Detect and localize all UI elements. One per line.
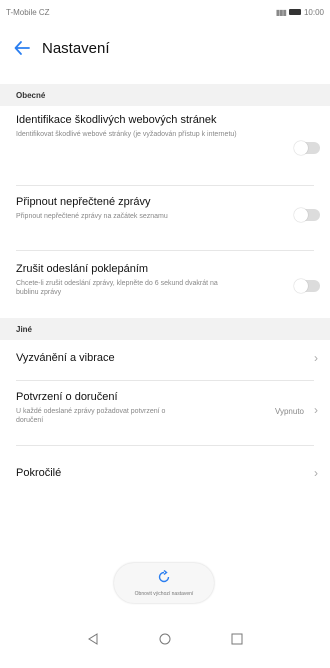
setting-value: Vypnuto bbox=[274, 407, 304, 416]
setting-subtitle: U každé odeslané zprávy požadovat potvrz… bbox=[16, 408, 166, 424]
divider bbox=[16, 380, 314, 381]
setting-subtitle: Připnout nepřečtené zprávy na začátek se… bbox=[16, 213, 168, 220]
toggle-switch[interactable] bbox=[294, 141, 320, 155]
setting-subtitle: Chcete-li zrušit odeslání zprávy, klepně… bbox=[16, 280, 218, 296]
clock: 10:00 bbox=[303, 7, 324, 17]
nav-back-icon[interactable] bbox=[83, 629, 103, 649]
nav-recents-icon[interactable] bbox=[227, 629, 247, 649]
carrier-label: T-Mobile CZ bbox=[6, 7, 50, 17]
section-header-general: Obecné bbox=[0, 84, 330, 106]
toggle-knob bbox=[294, 208, 308, 222]
page-title: Nastavení bbox=[42, 39, 110, 57]
setting-ringtone-vibration[interactable]: Vyzvánění a vibrace › bbox=[0, 340, 330, 376]
reset-label: Obnovit výchozí nastavení bbox=[134, 590, 194, 597]
toggle-switch[interactable] bbox=[294, 279, 320, 293]
setting-title: Zrušit odeslání poklepáním bbox=[16, 263, 149, 275]
signal-icon: ▮▮▮ bbox=[275, 7, 287, 17]
setting-pin-unread[interactable]: Připnout nepřečtené zprávy Připnout nepř… bbox=[0, 195, 330, 245]
navigation-bar bbox=[0, 610, 330, 668]
setting-subtitle: Identifikovat škodlivé webové stránky (j… bbox=[16, 131, 237, 138]
chevron-right-icon: › bbox=[314, 466, 318, 480]
divider bbox=[16, 185, 314, 186]
back-arrow-icon[interactable] bbox=[10, 36, 34, 60]
setting-undo-send[interactable]: Zrušit odeslání poklepáním Chcete-li zru… bbox=[0, 262, 330, 312]
reset-icon bbox=[157, 569, 171, 589]
toggle-knob bbox=[294, 141, 308, 155]
status-right: ▮▮▮ 10:00 bbox=[276, 8, 324, 17]
setting-title: Identifikace škodlivých webových stránek bbox=[16, 114, 217, 126]
toggle-switch[interactable] bbox=[294, 208, 320, 222]
setting-title: Připnout nepřečtené zprávy bbox=[16, 196, 151, 208]
setting-title: Pokročilé bbox=[16, 467, 62, 479]
chevron-right-icon: › bbox=[314, 403, 318, 417]
setting-advanced[interactable]: Pokročilé › bbox=[0, 455, 330, 491]
setting-title: Vyzvánění a vibrace bbox=[16, 352, 115, 364]
setting-title: Potvrzení o doručení bbox=[16, 391, 118, 403]
reset-defaults-button[interactable]: Obnovit výchozí nastavení bbox=[114, 563, 214, 603]
setting-malicious-sites[interactable]: Identifikace škodlivých webových stránek… bbox=[0, 113, 330, 163]
toggle-knob bbox=[294, 279, 308, 293]
nav-home-icon[interactable] bbox=[155, 629, 175, 649]
status-bar: T-Mobile CZ ▮▮▮ 10:00 bbox=[0, 0, 330, 24]
battery-icon bbox=[288, 9, 301, 15]
app-bar: Nastavení bbox=[0, 24, 330, 72]
divider bbox=[16, 250, 314, 251]
chevron-right-icon: › bbox=[314, 351, 318, 365]
section-header-other: Jiné bbox=[0, 318, 330, 340]
setting-delivery-report[interactable]: Potvrzení o doručení U každé odeslané zp… bbox=[0, 390, 330, 440]
divider bbox=[16, 445, 314, 446]
